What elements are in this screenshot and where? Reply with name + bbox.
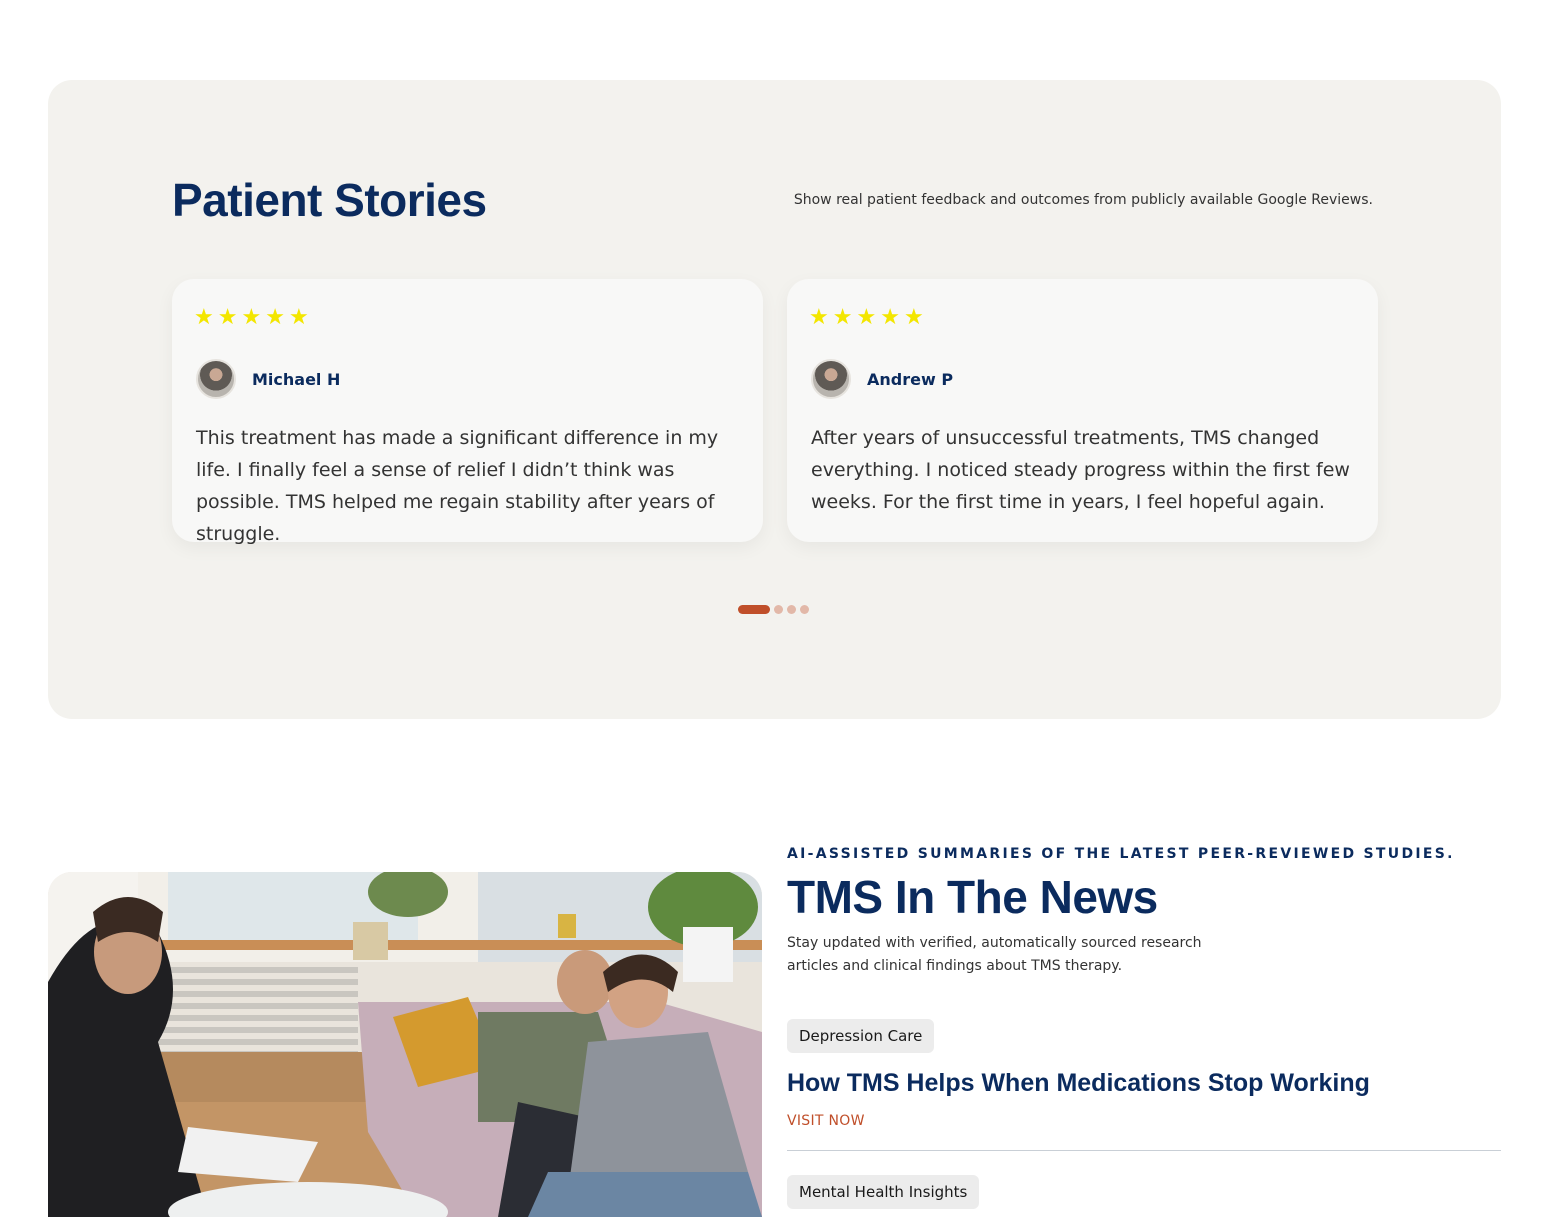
carousel-dot[interactable]: [800, 605, 809, 614]
star-icon: ★: [856, 305, 877, 330]
carousel-dot[interactable]: [774, 605, 783, 614]
star-icon: ★: [217, 305, 238, 330]
star-icon: ★: [903, 305, 924, 330]
star-icon: ★: [241, 305, 262, 330]
review-author: Andrew P: [811, 359, 953, 399]
review-text: This treatment has made a significant di…: [196, 427, 719, 545]
patient-stories-section: Patient Stories Show real patient feedba…: [48, 80, 1501, 719]
carousel-dot[interactable]: [787, 605, 796, 614]
carousel-pagination: [738, 605, 809, 614]
news-title: TMS In The News: [787, 871, 1158, 923]
therapy-session-image: [48, 872, 762, 1217]
carousel-dot-active[interactable]: [738, 605, 770, 614]
review-text: After years of unsuccessful treatments, …: [811, 427, 1350, 513]
author-name: Andrew P: [867, 369, 954, 389]
news-eyebrow: AI-ASSISTED SUMMARIES OF THE LATEST PEER…: [787, 846, 1455, 862]
star-icon: ★: [809, 305, 829, 330]
visit-now-link[interactable]: VISIT NOW: [787, 1113, 865, 1129]
star-icon: ★: [265, 305, 285, 330]
review-author: Michael H: [196, 359, 340, 399]
review-card: ★ ★ ★ ★ ★ Andrew P After years of unsucc…: [787, 279, 1378, 542]
section-title: Patient Stories: [172, 174, 487, 226]
star-rating: ★ ★ ★ ★ ★: [809, 307, 924, 329]
avatar: [196, 359, 236, 399]
star-rating: ★ ★ ★ ★ ★: [194, 307, 309, 329]
article-tag: Depression Care: [787, 1019, 935, 1053]
article-title[interactable]: How TMS Helps When Medications Stop Work…: [787, 1069, 1370, 1098]
review-card: ★ ★ ★ ★ ★ Michael H This treatment has m…: [172, 279, 763, 545]
star-icon: ★: [832, 305, 853, 330]
article-tag: Mental Health Insights: [787, 1175, 980, 1209]
author-name: Michael H: [252, 369, 341, 389]
star-icon: ★: [288, 305, 309, 330]
section-description: Show real patient feedback and outcomes …: [793, 192, 1373, 208]
avatar: [811, 359, 851, 399]
news-description: Stay updated with verified, automaticall…: [787, 935, 1202, 974]
star-icon: ★: [194, 305, 214, 330]
news-photo: [48, 872, 762, 1217]
article-divider: [787, 1150, 1501, 1151]
star-icon: ★: [880, 305, 900, 330]
